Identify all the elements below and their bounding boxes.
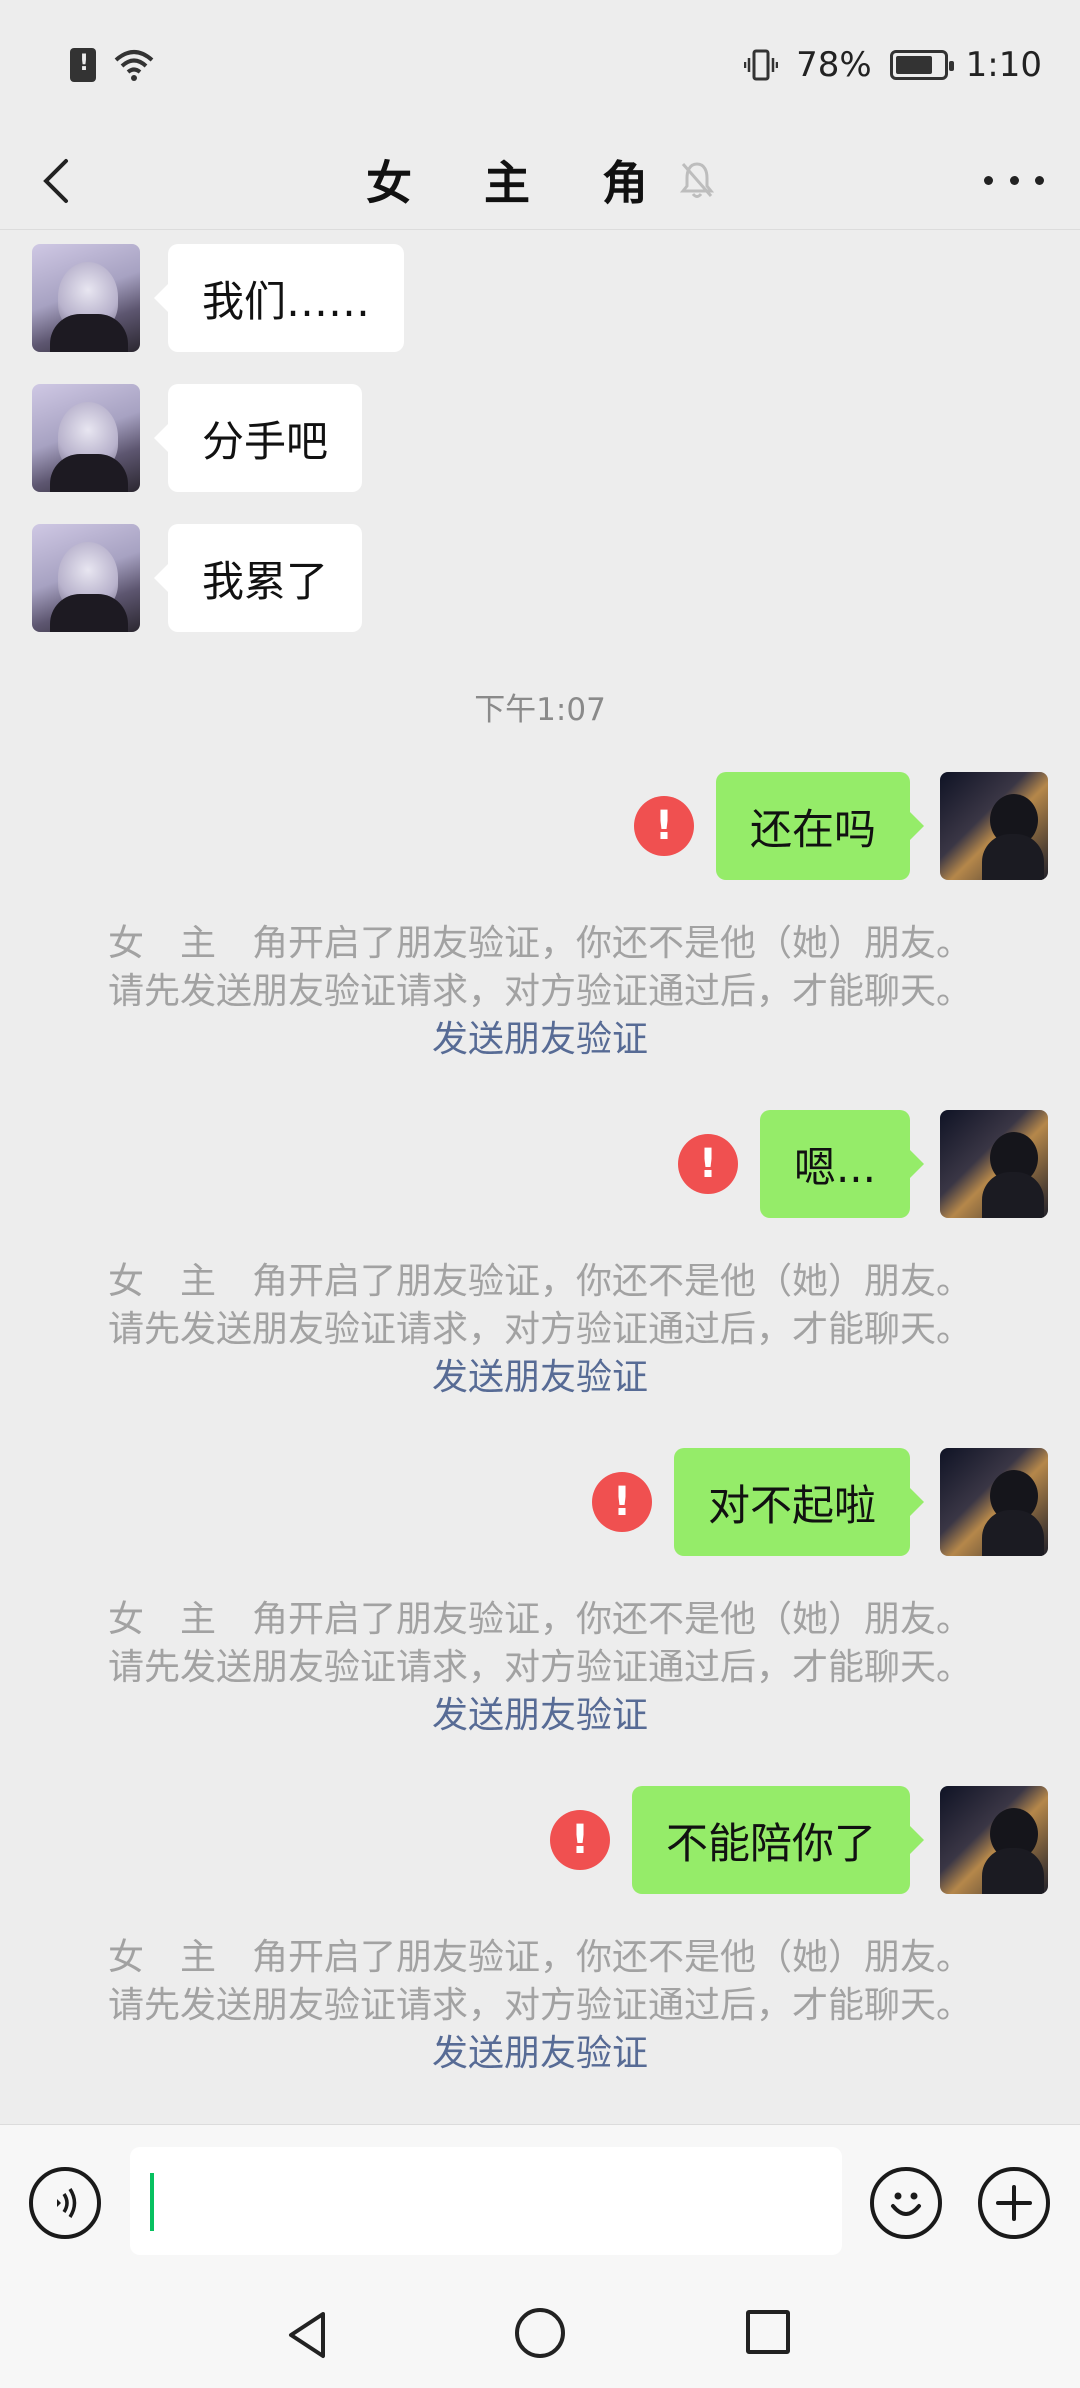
battery-percent: 78% bbox=[796, 45, 872, 85]
friend-verification-notice: 女 主 角开启了朋友验证，你还不是他（她）朋友。 请先发送朋友验证请求，对方验证… bbox=[0, 1596, 1080, 1740]
outgoing-message-row: ! 不能陪你了 bbox=[549, 1786, 1048, 1894]
my-avatar[interactable] bbox=[940, 772, 1048, 880]
back-arrow-icon[interactable] bbox=[36, 158, 76, 204]
nav-recent-square-icon[interactable] bbox=[746, 2310, 790, 2354]
send-failed-icon[interactable]: ! bbox=[549, 1810, 610, 1870]
notice-line-2: 请先发送朋友验证请求，对方验证通过后，才能聊天。 bbox=[107, 1309, 972, 1350]
status-bar: 78% 1:10 bbox=[0, 0, 1080, 130]
message-timestamp: 下午1:07 bbox=[474, 692, 606, 728]
nav-home-circle-icon[interactable] bbox=[515, 2308, 565, 2358]
chat-header: 女 主 角 bbox=[0, 130, 1080, 230]
notice-line-1: 女 主 角开启了朋友验证，你还不是他（她）朋友。 bbox=[107, 1937, 972, 1978]
my-avatar[interactable] bbox=[940, 1786, 1048, 1894]
status-left bbox=[70, 48, 154, 82]
chat-messages[interactable]: 我们…… 分手吧 我累了 下午1:07 ! 还在吗 女 主 角开启了朋友验证，你… bbox=[0, 230, 1080, 2120]
contact-avatar[interactable] bbox=[32, 244, 140, 352]
system-navigation-bar bbox=[0, 2280, 1080, 2388]
nav-back-triangle-icon[interactable] bbox=[285, 2310, 329, 2360]
send-verification-link[interactable]: 发送朋友验证 bbox=[0, 1016, 1080, 1064]
plus-icon bbox=[996, 2185, 1032, 2221]
notice-line-2: 请先发送朋友验证请求，对方验证通过后，才能聊天。 bbox=[107, 1985, 972, 2026]
battery-fill bbox=[895, 56, 932, 74]
outgoing-message-row: ! 对不起啦 bbox=[591, 1448, 1048, 1556]
sim-alert-icon bbox=[70, 48, 96, 82]
incoming-message-bubble[interactable]: 我累了 bbox=[153, 524, 363, 632]
battery-icon bbox=[889, 50, 954, 80]
notice-line-1: 女 主 角开启了朋友验证，你还不是他（她）朋友。 bbox=[107, 1261, 972, 1302]
voice-icon bbox=[57, 2188, 77, 2218]
outgoing-message-bubble[interactable]: 嗯... bbox=[759, 1110, 925, 1218]
friend-verification-notice: 女 主 角开启了朋友验证，你还不是他（她）朋友。 请先发送朋友验证请求，对方验证… bbox=[0, 1934, 1080, 2078]
wifi-icon bbox=[114, 50, 154, 81]
outgoing-message-bubble[interactable]: 对不起啦 bbox=[673, 1448, 925, 1556]
outgoing-message-row: ! 嗯... bbox=[677, 1110, 1048, 1218]
notice-line-1: 女 主 角开启了朋友验证，你还不是他（她）朋友。 bbox=[107, 923, 972, 964]
emoji-button[interactable] bbox=[870, 2167, 942, 2239]
incoming-message-bubble[interactable]: 我们…… bbox=[153, 244, 405, 352]
dot bbox=[1009, 175, 1019, 185]
outgoing-message-bubble[interactable]: 还在吗 bbox=[715, 772, 925, 880]
send-verification-link[interactable]: 发送朋友验证 bbox=[0, 1354, 1080, 1402]
contact-avatar[interactable] bbox=[32, 524, 140, 632]
my-avatar[interactable] bbox=[940, 1448, 1048, 1556]
friend-verification-notice: 女 主 角开启了朋友验证，你还不是他（她）朋友。 请先发送朋友验证请求，对方验证… bbox=[0, 920, 1080, 1064]
clock-time: 1:10 bbox=[965, 45, 1042, 85]
message-input-bar bbox=[0, 2124, 1080, 2280]
notice-line-2: 请先发送朋友验证请求，对方验证通过后，才能聊天。 bbox=[107, 1647, 972, 1688]
incoming-message-row: 我累了 bbox=[32, 524, 363, 632]
outgoing-message-bubble[interactable]: 不能陪你了 bbox=[631, 1786, 925, 1894]
outgoing-message-row: ! 还在吗 bbox=[633, 772, 1048, 880]
more-options-button[interactable] bbox=[984, 152, 1044, 208]
friend-verification-notice: 女 主 角开启了朋友验证，你还不是他（她）朋友。 请先发送朋友验证请求，对方验证… bbox=[0, 1258, 1080, 1402]
more-functions-button[interactable] bbox=[978, 2167, 1050, 2239]
incoming-message-bubble[interactable]: 分手吧 bbox=[153, 384, 363, 492]
dot bbox=[984, 175, 993, 185]
notice-line-1: 女 主 角开启了朋友验证，你还不是他（她）朋友。 bbox=[107, 1599, 972, 1640]
message-text-input[interactable] bbox=[130, 2147, 842, 2255]
dot bbox=[1035, 175, 1044, 185]
send-failed-icon[interactable]: ! bbox=[633, 796, 694, 856]
contact-avatar[interactable] bbox=[32, 384, 140, 492]
vibrate-icon bbox=[744, 49, 779, 81]
status-right: 78% 1:10 bbox=[744, 45, 1042, 85]
text-cursor bbox=[150, 2173, 154, 2231]
notice-line-2: 请先发送朋友验证请求，对方验证通过后，才能聊天。 bbox=[107, 971, 972, 1012]
mute-bell-icon bbox=[680, 161, 715, 198]
voice-input-button[interactable] bbox=[29, 2167, 101, 2239]
my-avatar[interactable] bbox=[940, 1110, 1048, 1218]
send-verification-link[interactable]: 发送朋友验证 bbox=[0, 2030, 1080, 2078]
send-failed-icon[interactable]: ! bbox=[591, 1472, 652, 1532]
incoming-message-row: 我们…… bbox=[32, 244, 405, 352]
send-failed-icon[interactable]: ! bbox=[677, 1134, 738, 1194]
smiley-icon bbox=[891, 2192, 921, 2216]
incoming-message-row: 分手吧 bbox=[32, 384, 363, 492]
send-verification-link[interactable]: 发送朋友验证 bbox=[0, 1692, 1080, 1740]
chat-title: 女 主 角 bbox=[365, 155, 677, 210]
